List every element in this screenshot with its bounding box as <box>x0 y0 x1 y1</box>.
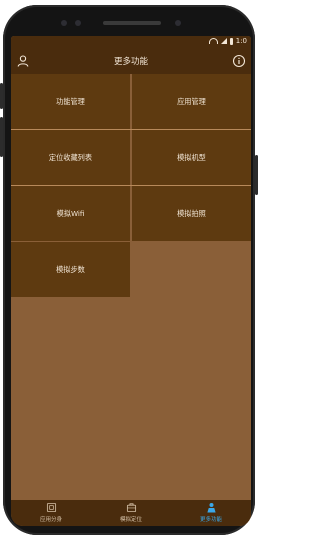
side-key <box>255 155 258 195</box>
iris-sensor <box>175 20 181 26</box>
menu-item-mock-wifi[interactable]: 模拟Wifi <box>11 186 130 241</box>
power-button <box>0 83 3 109</box>
row-divider <box>11 129 251 130</box>
menu-item-app-manage[interactable]: 应用管理 <box>132 74 251 129</box>
app-header: 更多功能 <box>11 48 251 74</box>
app-clone-icon <box>46 502 56 513</box>
bottom-tab-bar: 应用分身 模拟定位 更多功能 <box>11 500 251 526</box>
front-camera <box>61 20 67 26</box>
menu-item-function-manage[interactable]: 功能管理 <box>11 74 130 129</box>
status-bar: 1:0 <box>11 36 251 48</box>
battery-icon <box>229 37 233 45</box>
menu-item-location-favorites[interactable]: 定位收藏列表 <box>11 130 130 185</box>
status-time: 1:0 <box>235 37 247 45</box>
menu-item-mock-device-model[interactable]: 模拟机型 <box>132 130 251 185</box>
app-screen: 1:0 更多功能 功能管理 应用管理 定位收藏列表 模拟机型 模拟Wifi 模拟… <box>11 36 251 526</box>
volume-button <box>0 117 3 157</box>
row-divider <box>11 185 251 186</box>
earpiece-speaker <box>103 21 161 25</box>
briefcase-icon <box>126 503 136 513</box>
tab-mock-location[interactable]: 模拟定位 <box>91 500 171 526</box>
signal-icon <box>220 38 227 44</box>
tab-app-clone[interactable]: 应用分身 <box>11 500 91 526</box>
person-more-icon <box>206 503 216 513</box>
wifi-icon <box>208 38 218 44</box>
page-title: 更多功能 <box>113 57 148 67</box>
tab-more-functions[interactable]: 更多功能 <box>171 500 251 526</box>
phone-frame: 1:0 更多功能 功能管理 应用管理 定位收藏列表 模拟机型 模拟Wifi 模拟… <box>0 5 258 535</box>
info-icon[interactable] <box>232 54 246 68</box>
menu-item-mock-photo[interactable]: 模拟拍照 <box>132 186 251 241</box>
sensor <box>75 20 81 26</box>
menu-item-mock-steps[interactable]: 模拟步数 <box>11 242 130 297</box>
